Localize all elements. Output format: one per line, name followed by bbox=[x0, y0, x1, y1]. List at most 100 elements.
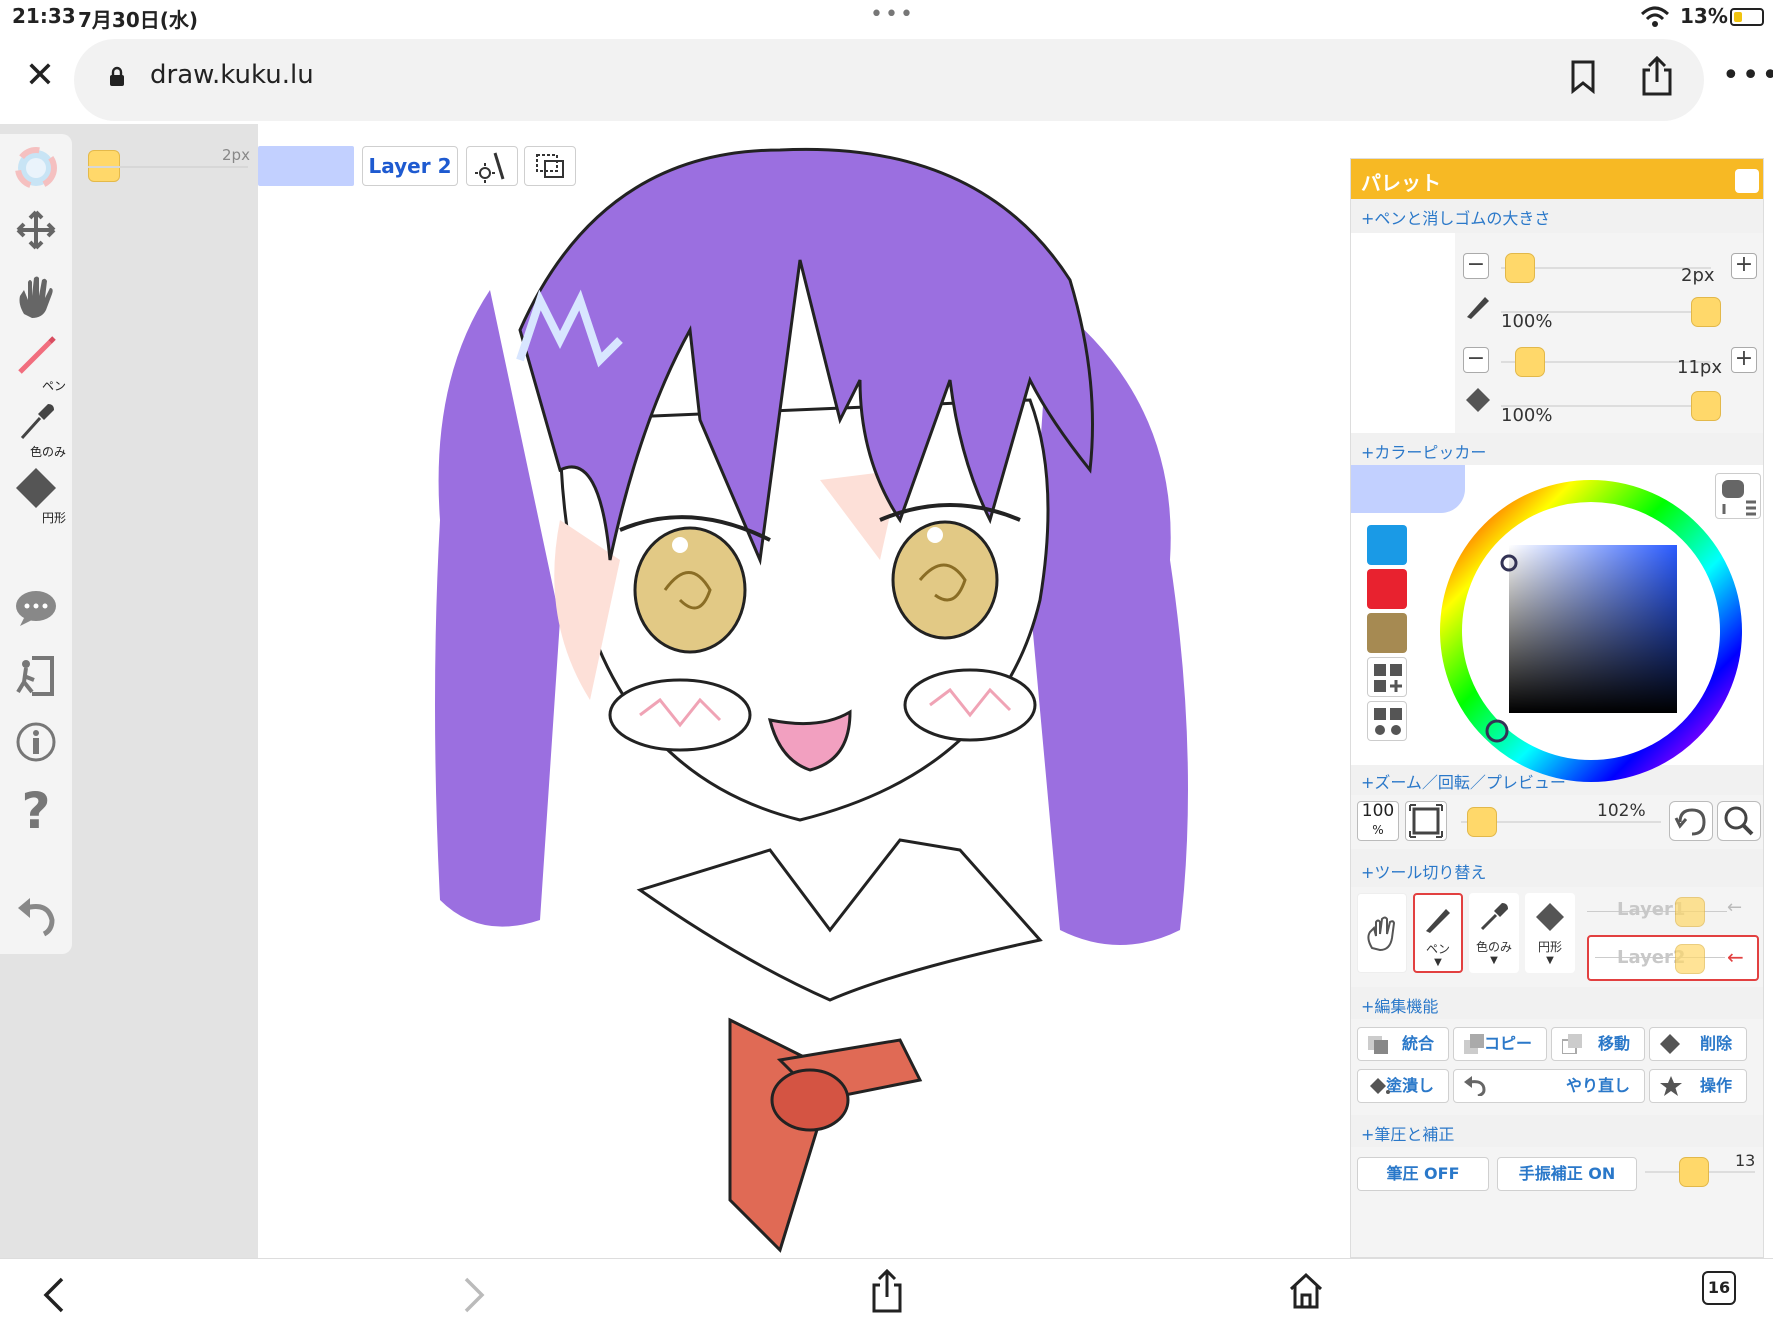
stabilizer-toggle-button[interactable]: 手振補正 ON bbox=[1497, 1157, 1637, 1191]
zoom-level: 102% bbox=[1597, 801, 1646, 821]
pen-size-plus-button[interactable]: + bbox=[1731, 253, 1757, 279]
bookmark-icon[interactable] bbox=[1570, 60, 1596, 94]
tabs-button[interactable]: 16 bbox=[1702, 1271, 1736, 1305]
fit-screen-button[interactable] bbox=[1405, 801, 1447, 841]
rotate-button[interactable] bbox=[1669, 801, 1713, 841]
color-wheel-icon[interactable] bbox=[6, 146, 66, 202]
eraser-opacity-slider[interactable] bbox=[1691, 391, 1721, 421]
help-icon[interactable]: ? bbox=[6, 782, 66, 840]
share-icon[interactable] bbox=[1640, 56, 1674, 96]
dropper-outline-icon bbox=[1480, 903, 1508, 931]
url-field[interactable] bbox=[74, 39, 1704, 121]
info-icon[interactable] bbox=[6, 720, 66, 776]
section-color-picker[interactable]: +カラーピッカー bbox=[1361, 439, 1486, 463]
pen-icon bbox=[18, 336, 56, 374]
section-tool-switch[interactable]: +ツール切り替え bbox=[1361, 859, 1486, 883]
color-picker-panel bbox=[1351, 465, 1763, 782]
left-sidebar: ペン 色のみ 円形 ? 2px bbox=[0, 124, 258, 1258]
chat-icon[interactable] bbox=[6, 588, 66, 644]
pen-size-slider[interactable] bbox=[1505, 253, 1535, 283]
color-mode-icon bbox=[1722, 480, 1756, 516]
section-pen-size[interactable]: +ペンと消しゴムの大きさ bbox=[1361, 205, 1550, 229]
color-mode-button[interactable] bbox=[1715, 473, 1761, 519]
status-time: 21:33 bbox=[12, 4, 76, 28]
color-wheel[interactable] bbox=[1433, 473, 1749, 789]
move-button[interactable]: 移動 bbox=[1551, 1027, 1645, 1061]
switch-dropper-tool[interactable]: 色のみ ▼ bbox=[1469, 893, 1519, 973]
merge-button[interactable]: 統合 bbox=[1357, 1027, 1449, 1061]
add-color-button[interactable] bbox=[1367, 657, 1407, 697]
pressure-toggle-button[interactable]: 筆圧 OFF bbox=[1357, 1157, 1489, 1191]
eraser-size-value: 11px bbox=[1677, 357, 1722, 378]
share-bottom-icon[interactable] bbox=[870, 1269, 904, 1313]
multitask-dots-icon[interactable]: ••• bbox=[870, 2, 915, 27]
home-icon[interactable] bbox=[1288, 1271, 1324, 1311]
history-color-3[interactable] bbox=[1367, 613, 1407, 653]
zoom-panel: 100% 102% bbox=[1351, 795, 1763, 849]
redo-label: やり直し bbox=[1565, 1076, 1630, 1095]
dropper-icon bbox=[20, 404, 54, 440]
delete-button[interactable]: 削除 bbox=[1649, 1027, 1747, 1061]
switch-pen-label: ペン bbox=[1425, 942, 1450, 956]
eraser-opacity-value: 100% bbox=[1501, 405, 1553, 426]
history-color-1[interactable] bbox=[1367, 525, 1407, 565]
exit-icon[interactable] bbox=[6, 654, 66, 710]
pen-size-value: 2px bbox=[1681, 265, 1715, 286]
switch-pen-tool[interactable]: ペン ▼ bbox=[1413, 893, 1463, 973]
fill-bucket-icon bbox=[1370, 1078, 1390, 1094]
url-text[interactable]: draw.kuku.lu bbox=[150, 60, 314, 90]
zoom-preset-unit: % bbox=[1372, 823, 1384, 837]
redo-button[interactable]: やり直し bbox=[1453, 1069, 1645, 1103]
history-color-2[interactable] bbox=[1367, 569, 1407, 609]
tool-eraser[interactable]: 円形 bbox=[6, 466, 66, 525]
section-pressure[interactable]: +筆圧と補正 bbox=[1361, 1121, 1454, 1145]
tool-pen[interactable]: ペン bbox=[6, 334, 66, 393]
undo-icon[interactable] bbox=[6, 894, 66, 950]
forward-icon[interactable] bbox=[458, 1275, 488, 1315]
zoom-slider[interactable] bbox=[1467, 807, 1497, 837]
operate-button[interactable]: 操作 bbox=[1649, 1069, 1747, 1103]
more-icon[interactable]: ••• bbox=[1722, 58, 1773, 93]
palette-header[interactable]: パレット bbox=[1351, 159, 1763, 199]
copy-button[interactable]: コピー bbox=[1453, 1027, 1547, 1061]
swap-color-button[interactable] bbox=[1367, 701, 1407, 741]
back-icon[interactable] bbox=[40, 1275, 70, 1315]
close-icon[interactable]: ✕ bbox=[18, 54, 62, 98]
layer-row-2[interactable]: Layer2 ← bbox=[1587, 935, 1759, 981]
switch-hand-tool[interactable] bbox=[1357, 893, 1407, 973]
section-zoom[interactable]: +ズーム／回転／プレビュー bbox=[1361, 769, 1566, 793]
stabilizer-value: 13 bbox=[1735, 1151, 1756, 1170]
tool-strip: ペン 色のみ 円形 ? bbox=[0, 134, 72, 954]
drawing-canvas[interactable]: Layer 2 bbox=[258, 124, 1358, 1258]
zoom-100-button[interactable]: 100% bbox=[1357, 801, 1399, 841]
palette-toggle-button[interactable] bbox=[1735, 169, 1759, 193]
eraser-outline-icon bbox=[1536, 903, 1564, 931]
layer-row-1-arrow-icon: ← bbox=[1727, 897, 1743, 918]
section-edit[interactable]: +編集機能 bbox=[1361, 993, 1438, 1017]
preview-button[interactable] bbox=[1717, 801, 1761, 841]
fill-button[interactable]: 塗潰し bbox=[1357, 1069, 1449, 1103]
tool-dropper[interactable]: 色のみ bbox=[6, 400, 66, 459]
palette-panel: パレット +ペンと消しゴムの大きさ − + 2px 100% − + 11px … bbox=[1350, 158, 1764, 1258]
merge-label: 統合 bbox=[1401, 1034, 1434, 1053]
eraser-size-slider[interactable] bbox=[1515, 347, 1545, 377]
wifi-icon bbox=[1640, 6, 1670, 27]
layer-row-2-arrow-icon: ← bbox=[1727, 945, 1744, 969]
pen-opacity-slider[interactable] bbox=[1691, 297, 1721, 327]
eraser-size-minus-button[interactable]: − bbox=[1463, 347, 1489, 373]
dropper-tool-label: 色のみ bbox=[29, 445, 66, 459]
hand-icon[interactable] bbox=[6, 274, 66, 330]
battery-icon bbox=[1730, 8, 1764, 26]
pen-size-panel: − + 2px 100% − + 11px 100% bbox=[1351, 233, 1763, 433]
move-icon[interactable] bbox=[6, 208, 66, 264]
layer-row-1[interactable]: Layer1 ← bbox=[1587, 895, 1757, 929]
status-date: 7月30日(水) bbox=[78, 8, 199, 32]
star-icon bbox=[1660, 1076, 1682, 1096]
pen-outline-icon bbox=[1426, 909, 1450, 933]
eraser-icon bbox=[16, 468, 56, 508]
delete-eraser-icon bbox=[1660, 1034, 1680, 1054]
eraser-size-plus-button[interactable]: + bbox=[1731, 347, 1757, 373]
switch-eraser-tool[interactable]: 円形 ▼ bbox=[1525, 893, 1575, 973]
stabilizer-slider[interactable] bbox=[1679, 1157, 1709, 1187]
pen-size-minus-button[interactable]: − bbox=[1463, 253, 1489, 279]
